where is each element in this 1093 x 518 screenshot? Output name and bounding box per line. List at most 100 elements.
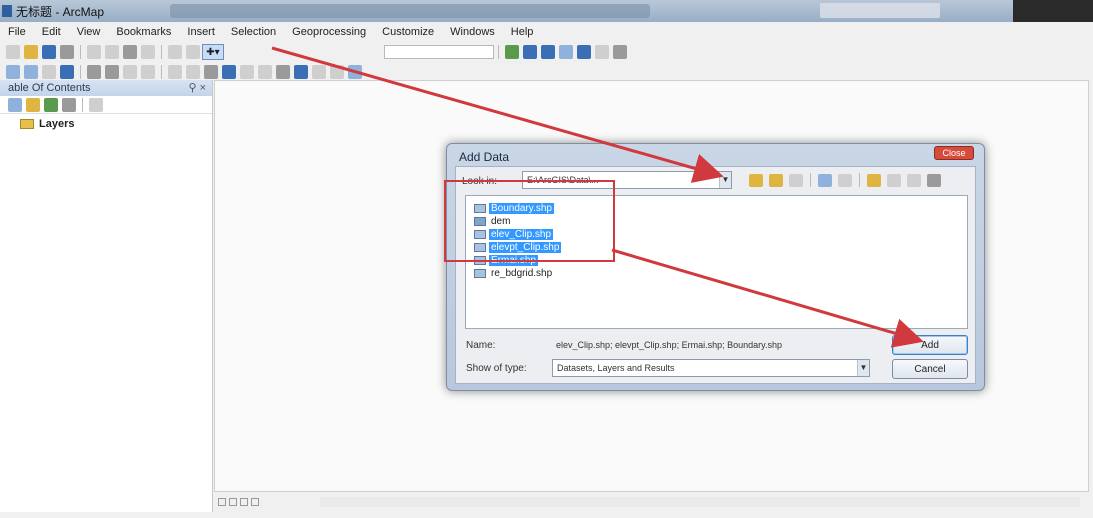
find-route-icon[interactable] [294, 65, 308, 79]
list-item[interactable]: re_bdgrid.shp [474, 267, 554, 279]
forward-extent-icon[interactable] [141, 65, 155, 79]
print-icon[interactable] [60, 45, 74, 59]
title-bar-region-right [820, 3, 940, 18]
add-button[interactable]: Add [892, 335, 968, 355]
selection-highlight-box [444, 180, 615, 262]
view-dropdown-icon[interactable] [838, 173, 852, 187]
select-elements-icon[interactable] [204, 65, 218, 79]
show-of-type-combo[interactable]: Datasets, Layers and Results ▼ [552, 359, 870, 377]
name-label: Name: [466, 340, 496, 351]
table-of-contents-icon[interactable] [523, 45, 537, 59]
add-data-button[interactable]: ✚▾ [202, 44, 224, 60]
editor-toolbar-icon[interactable] [505, 45, 519, 59]
menu-view[interactable]: View [69, 26, 109, 38]
select-features-icon[interactable] [168, 65, 182, 79]
fixed-zoom-out-icon[interactable] [105, 65, 119, 79]
toggle-contents-panel-icon[interactable] [789, 173, 803, 187]
pause-drawing-icon[interactable] [251, 498, 259, 506]
data-view-icon[interactable] [218, 498, 226, 506]
fixed-zoom-in-icon[interactable] [87, 65, 101, 79]
undo-icon[interactable] [168, 45, 182, 59]
delete-icon[interactable] [141, 45, 155, 59]
list-by-drawing-order-icon[interactable] [8, 97, 22, 112]
chevron-down-icon[interactable]: ▼ [719, 172, 731, 188]
menu-windows[interactable]: Windows [442, 26, 503, 38]
up-one-level-icon[interactable] [749, 173, 763, 187]
menu-file[interactable]: File [0, 26, 34, 38]
menu-customize[interactable]: Customize [374, 26, 442, 38]
arctoolbox-icon[interactable] [577, 45, 591, 59]
list-by-selection-icon[interactable] [62, 97, 76, 112]
table-of-contents-panel: able Of Contents ⚲ × Layers [0, 80, 213, 512]
tools-toolbar [0, 62, 1093, 82]
menu-geoprocessing[interactable]: Geoprocessing [284, 26, 374, 38]
menu-help[interactable]: Help [503, 26, 542, 38]
arcmap-app-icon [2, 5, 12, 17]
list-by-visibility-icon[interactable] [44, 97, 58, 112]
measure-icon[interactable] [258, 65, 272, 79]
cut-icon[interactable] [87, 45, 101, 59]
horizontal-scrollbar[interactable] [320, 497, 1080, 507]
new-folder-icon[interactable] [887, 173, 901, 187]
show-of-type-value: Datasets, Layers and Results [557, 363, 675, 373]
python-window-icon[interactable] [595, 45, 609, 59]
pan-icon[interactable] [42, 65, 56, 79]
identify-icon[interactable] [222, 65, 236, 79]
window-title: 无标题 - ArcMap [16, 4, 105, 19]
menu-insert[interactable]: Insert [179, 26, 223, 38]
dialog-toolbar [746, 173, 944, 187]
add-data-icon: ✚▾ [206, 46, 220, 58]
layout-view-icon[interactable] [229, 498, 237, 506]
arcgis-online-icon[interactable] [927, 173, 941, 187]
toc-options-icon[interactable] [89, 97, 103, 112]
copy-icon[interactable] [105, 45, 119, 59]
view-options-icon[interactable] [818, 173, 832, 187]
time-slider-icon[interactable] [330, 65, 344, 79]
paste-icon[interactable] [123, 45, 137, 59]
clear-selection-icon[interactable] [186, 65, 200, 79]
menu-bookmarks[interactable]: Bookmarks [108, 26, 179, 38]
toc-layers-node[interactable]: Layers [20, 118, 212, 130]
show-of-type-label: Show of type: [466, 363, 527, 374]
list-by-source-icon[interactable] [26, 97, 40, 112]
standard-toolbar: ✚▾ [0, 42, 1093, 62]
toc-title: able Of Contents [8, 82, 91, 94]
name-value: elev_Clip.shp; elevpt_Clip.shp; Ermai.sh… [556, 340, 782, 350]
save-icon[interactable] [42, 45, 56, 59]
full-extent-icon[interactable] [60, 65, 74, 79]
menu-edit[interactable]: Edit [34, 26, 69, 38]
toc-toolbar [0, 96, 212, 114]
search-window-icon[interactable] [559, 45, 573, 59]
redo-icon[interactable] [186, 45, 200, 59]
layers-icon [20, 119, 34, 129]
name-field[interactable]: elev_Clip.shp; elevpt_Clip.shp; Ermai.sh… [552, 336, 870, 354]
zoom-in-icon[interactable] [6, 65, 20, 79]
window-controls[interactable] [1013, 0, 1093, 22]
create-viewer-icon[interactable] [348, 65, 362, 79]
open-folder-icon[interactable] [24, 45, 38, 59]
file-name: re_bdgrid.shp [491, 267, 553, 279]
new-document-icon[interactable] [6, 45, 20, 59]
dialog-close-button[interactable]: Close [934, 146, 974, 160]
zoom-out-icon[interactable] [24, 65, 38, 79]
back-extent-icon[interactable] [123, 65, 137, 79]
toc-pin-close-controls[interactable]: ⚲ × [188, 81, 206, 94]
home-icon[interactable] [769, 173, 783, 187]
dialog-title: Add Data [459, 150, 510, 164]
find-icon[interactable] [276, 65, 290, 79]
refresh-icon[interactable] [240, 498, 248, 506]
layers-label: Layers [39, 118, 75, 130]
menu-bar: File Edit View Bookmarks Insert Selectio… [0, 22, 1093, 42]
goto-xy-icon[interactable] [312, 65, 326, 79]
title-bar-region [170, 4, 650, 18]
html-popup-icon[interactable] [240, 65, 254, 79]
properties-icon[interactable] [907, 173, 921, 187]
cancel-button[interactable]: Cancel [892, 359, 968, 379]
map-scale-combo[interactable] [384, 45, 494, 59]
menu-selection[interactable]: Selection [223, 26, 284, 38]
shapefile-icon [474, 268, 486, 278]
model-builder-icon[interactable] [613, 45, 627, 59]
catalog-icon[interactable] [541, 45, 555, 59]
connect-folder-icon[interactable] [867, 173, 881, 187]
chevron-down-icon[interactable]: ▼ [857, 360, 869, 376]
